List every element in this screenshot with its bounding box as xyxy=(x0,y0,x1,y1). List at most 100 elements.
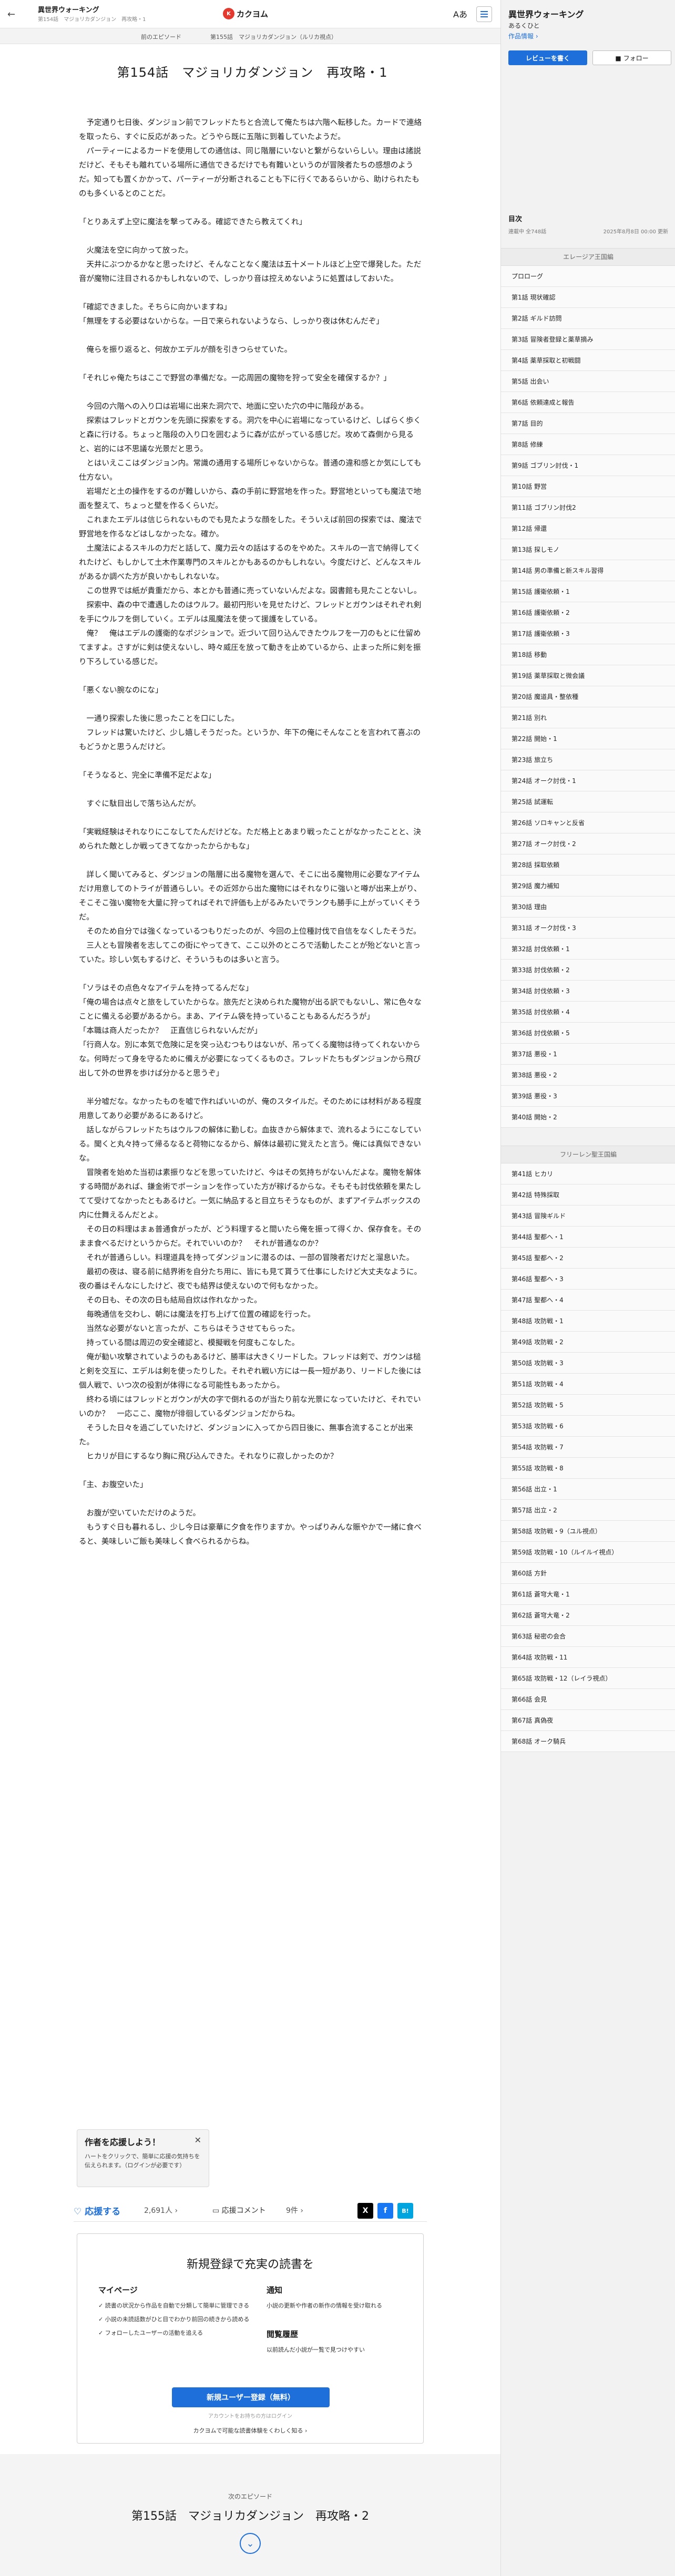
toc-episode-link[interactable]: 第51話 攻防戦・4 xyxy=(501,1374,675,1395)
toc-episode-link[interactable]: 第37話 悪役・1 xyxy=(501,1044,675,1065)
toc-episode-link[interactable]: 第44話 聖都へ・1 xyxy=(501,1227,675,1248)
kakuyomu-logo[interactable]: K カクヨム xyxy=(223,8,268,19)
toc-episode-link[interactable]: 第24話 オーク討伐・1 xyxy=(501,770,675,791)
episode-paragraph: 「主、お腹空いた」 xyxy=(79,1481,148,1489)
toc-episode-link[interactable]: 第30話 理由 xyxy=(501,897,675,918)
toc-episode-link[interactable]: 第52話 攻防戦・5 xyxy=(501,1395,675,1416)
share-x-icon[interactable]: X xyxy=(357,2203,373,2219)
toc-episode-link[interactable]: 第65話 攻防戦・12（レイラ視点） xyxy=(501,1668,675,1689)
toc-episode-link[interactable]: 第57話 出立・2 xyxy=(501,1500,675,1521)
signup-button[interactable]: 新規ユーザー登録（無料） xyxy=(172,2387,330,2407)
chevron-down-icon[interactable]: ⌄ xyxy=(240,2533,261,2554)
cheer-comment-button[interactable]: ▭ 応援コメント xyxy=(212,2205,266,2216)
toc-episode-link[interactable]: 第68話 オーク騎兵 xyxy=(501,1731,675,1752)
toc-episode-link[interactable]: 第54話 攻防戦・7 xyxy=(501,1437,675,1458)
toc-episode-link[interactable]: 第8話 修練 xyxy=(501,434,675,455)
toc-episode-link[interactable]: 第3話 冒険者登録と薬草摘み xyxy=(501,329,675,350)
toc-episode-link[interactable]: 第16話 護衛依頼・2 xyxy=(501,602,675,623)
toc-episode-link[interactable]: 第40話 開始・2 xyxy=(501,1107,675,1128)
work-info-link[interactable]: 作品情報 › xyxy=(508,32,538,40)
toc-episode-link[interactable]: 第67話 真偽夜 xyxy=(501,1710,675,1731)
font-settings-icon[interactable]: Aあ xyxy=(453,7,467,20)
toc-episode-link[interactable]: 第41話 ヒカリ xyxy=(501,1163,675,1184)
toc-episode-link[interactable]: 第39話 悪役・3 xyxy=(501,1086,675,1107)
toc-episode-link[interactable]: 第2話 ギルド訪問 xyxy=(501,308,675,329)
toc-episode-link[interactable]: 第45話 聖都へ・2 xyxy=(501,1248,675,1269)
toc-episode-link[interactable]: 第25話 試運転 xyxy=(501,791,675,812)
toc-episode-link[interactable]: 第64話 攻防戦・11 xyxy=(501,1647,675,1668)
toc-episode-link[interactable]: 第48話 攻防戦・1 xyxy=(501,1311,675,1332)
sidebar-work-title[interactable]: 異世界ウォーキング xyxy=(508,7,584,20)
toc-episode-link[interactable]: 第9話 ゴブリン討伐・1 xyxy=(501,455,675,476)
close-icon[interactable]: ✕ xyxy=(195,2135,201,2145)
toc-episode-link[interactable]: 第21話 別れ xyxy=(501,707,675,728)
toc-episode-link[interactable]: 第66話 会見 xyxy=(501,1689,675,1710)
toc-episode-link[interactable]: 第49話 攻防戦・2 xyxy=(501,1332,675,1353)
toc-episode-link[interactable]: 第53話 攻防戦・6 xyxy=(501,1416,675,1437)
write-review-button[interactable]: レビューを書く xyxy=(508,50,587,65)
toc-episode-link[interactable]: 第63話 秘密の会合 xyxy=(501,1626,675,1647)
next-episode-area: 次のエピソード 第155話 マジョリカダンジョン 再攻略・2 ⌄ xyxy=(0,2454,500,2576)
header-work-title[interactable]: 異世界ウォーキング xyxy=(38,4,99,14)
toc-episode-link[interactable]: 第27話 オーク討伐・2 xyxy=(501,833,675,854)
episode-text: 予定通り七日後、ダンジョン前でフレッドたちと合流して俺たちは六階へ転移した。カー… xyxy=(79,116,426,1549)
toc-episode-link[interactable]: 第10話 野営 xyxy=(501,476,675,497)
toc-episode-link[interactable]: 第42話 特殊採取 xyxy=(501,1184,675,1205)
toc-episode-link[interactable]: 第17話 護衛依頼・3 xyxy=(501,623,675,644)
toc-episode-link[interactable]: 第29話 魔力補知 xyxy=(501,875,675,897)
share-hatena-icon[interactable]: B! xyxy=(397,2203,413,2219)
toc-episode-link[interactable]: 第59話 攻防戦・10（ルイルイ視点） xyxy=(501,1542,675,1563)
toc-episode-link[interactable]: 第12話 帰還 xyxy=(501,518,675,539)
toc-episode-link[interactable]: 第26話 ソロキャンと反省 xyxy=(501,812,675,833)
toc-episode-link[interactable]: 第4話 薬草採取と初戦闘 xyxy=(501,350,675,371)
toc-episode-link[interactable]: 第5話 出会い xyxy=(501,371,675,392)
next-episode-label: 次のエピソード xyxy=(228,2493,272,2500)
toc-episode-link[interactable]: 第55話 攻防戦・8 xyxy=(501,1458,675,1479)
toc-episode-link[interactable]: 第28話 採取依頼 xyxy=(501,854,675,875)
toc-episode-link[interactable]: プロローグ xyxy=(501,266,675,287)
learn-more-link[interactable]: カクヨムで可能な読書体験をくわしく知る › xyxy=(77,2426,423,2435)
toc-episode-link[interactable]: 第50話 攻防戦・3 xyxy=(501,1353,675,1374)
toc-episode-link[interactable]: 第47話 聖都へ・4 xyxy=(501,1290,675,1311)
toc-episode-link[interactable]: 第15話 護衛依頼・1 xyxy=(501,581,675,602)
next-episode-link[interactable]: 第155話 マジョリカダンジョン 再攻略・2 xyxy=(0,2507,500,2523)
login-link[interactable]: アカウントをお持ちの方はログイン xyxy=(77,2412,423,2419)
toc-episode-link[interactable]: 第32話 討伐依頼・1 xyxy=(501,939,675,960)
menu-icon[interactable] xyxy=(476,6,492,22)
toc-episode-link[interactable]: 第34話 討伐依頼・3 xyxy=(501,981,675,1002)
toc-episode-link[interactable]: 第62話 蒼穹大竜・2 xyxy=(501,1605,675,1626)
toc-episode-link[interactable]: 第19話 薬草採取と微会議 xyxy=(501,665,675,686)
signup-col-title: マイページ xyxy=(98,2285,138,2295)
sidebar-author[interactable]: あるくひと xyxy=(508,21,540,30)
toc-episode-link[interactable]: 第22話 開始・1 xyxy=(501,728,675,749)
back-icon[interactable]: ← xyxy=(7,9,15,20)
follow-button[interactable]: ■ フォロー xyxy=(592,50,671,65)
toc-episode-link[interactable]: 第13話 探しモノ xyxy=(501,539,675,560)
current-episode-label[interactable]: 第155話 マジョリカダンジョン（ルリカ視点） xyxy=(210,33,337,41)
prev-episode-link[interactable]: 前のエピソード xyxy=(141,33,181,41)
toc-episode-link[interactable]: 第14話 男の準備と新スキル習得 xyxy=(501,560,675,581)
toc-episode-link[interactable]: 第6話 依頼達成と報告 xyxy=(501,392,675,413)
toc-episode-link[interactable]: 第11話 ゴブリン討伐2 xyxy=(501,497,675,518)
toc-episode-link[interactable]: 第7話 目的 xyxy=(501,413,675,434)
toc-episode-link[interactable]: 第58話 攻防戦・9（ユル視点） xyxy=(501,1521,675,1542)
toc-episode-link[interactable]: 第1話 現状確認 xyxy=(501,287,675,308)
toc-episode-link[interactable]: 第36話 討伐依頼・5 xyxy=(501,1023,675,1044)
toc-episode-link[interactable]: 第33話 討伐依頼・2 xyxy=(501,960,675,981)
toc-episode-link[interactable]: 第56話 出立・1 xyxy=(501,1479,675,1500)
toc-episode-link[interactable]: 第60話 方針 xyxy=(501,1563,675,1584)
share-facebook-icon[interactable]: f xyxy=(377,2203,393,2219)
logo-text: カクヨム xyxy=(237,9,269,19)
cheer-count-link[interactable]: 2,691人 › xyxy=(144,2205,178,2216)
cheer-button[interactable]: ♡ 応援する xyxy=(74,2204,120,2217)
toc-episode-link[interactable]: 第20話 魔道具・整依種 xyxy=(501,686,675,707)
toc-episode-link[interactable]: 第31話 オーク討伐・3 xyxy=(501,918,675,939)
toc-episode-link[interactable]: 第43話 冒険ギルド xyxy=(501,1205,675,1227)
toc-episode-link[interactable]: 第61話 蒼穹大竜・1 xyxy=(501,1584,675,1605)
toc-episode-link[interactable]: 第46話 聖都へ・3 xyxy=(501,1269,675,1290)
toc-episode-link[interactable]: 第38話 悪役・2 xyxy=(501,1065,675,1086)
toc-episode-link[interactable]: 第23話 旅立ち xyxy=(501,749,675,770)
comment-count-link[interactable]: 9件 › xyxy=(286,2205,303,2216)
toc-episode-link[interactable]: 第18話 移動 xyxy=(501,644,675,665)
toc-episode-link[interactable]: 第35話 討伐依頼・4 xyxy=(501,1002,675,1023)
